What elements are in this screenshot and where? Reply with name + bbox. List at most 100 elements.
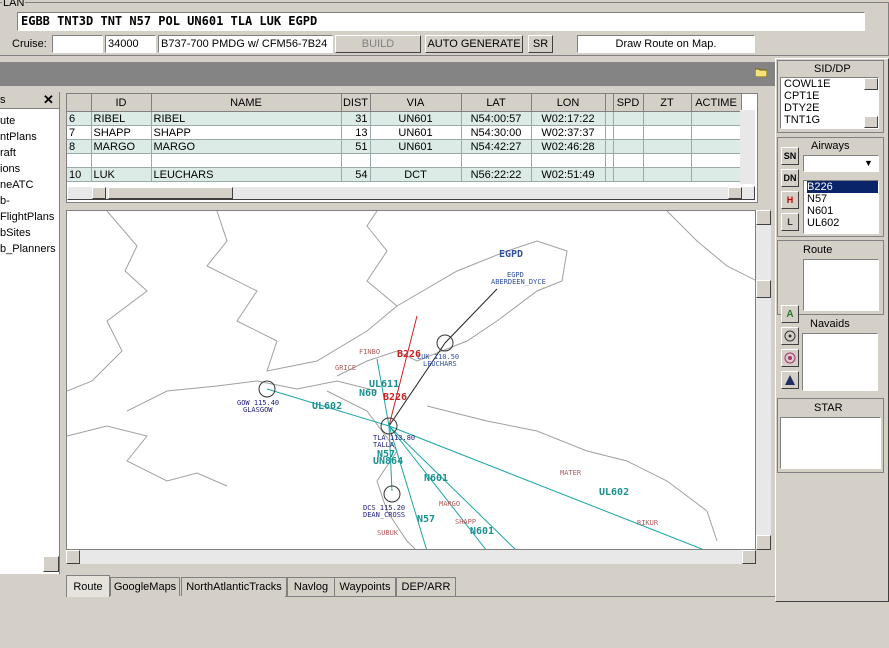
- map-hscroll-right[interactable]: [742, 550, 756, 564]
- column-header[interactable]: ZT: [643, 94, 692, 112]
- tab-waypoints[interactable]: Waypoints: [334, 577, 396, 596]
- sr-label: SR: [532, 38, 549, 50]
- left-panel-item[interactable]: neATC: [0, 177, 59, 193]
- close-icon[interactable]: ✕: [43, 92, 54, 108]
- cruise-input[interactable]: [52, 35, 103, 53]
- ndb-tool-icon[interactable]: [781, 349, 799, 367]
- vor-tool-icon[interactable]: [781, 327, 799, 345]
- navaids-listbox[interactable]: [802, 333, 878, 391]
- route-listbox[interactable]: [803, 259, 879, 311]
- map-label-subuk: SUBUK: [377, 529, 399, 537]
- dn-label: DN: [783, 173, 797, 183]
- tab-route[interactable]: Route: [66, 575, 110, 597]
- folder-icon[interactable]: [754, 67, 768, 78]
- h-label: H: [786, 195, 794, 205]
- left-panel-item[interactable]: b_Planners: [0, 241, 59, 257]
- star-listbox[interactable]: [780, 417, 881, 469]
- tab-northatlantictracks[interactable]: NorthAtlanticTracks: [181, 577, 287, 596]
- left-panel-s: s: [0, 94, 6, 106]
- a-button[interactable]: A: [781, 305, 799, 323]
- tab-navlog[interactable]: Navlog: [287, 577, 335, 596]
- table-hscroll-thumb[interactable]: [108, 187, 233, 199]
- column-header[interactable]: LON: [531, 94, 606, 112]
- table-hscroll-right[interactable]: [728, 187, 742, 199]
- table-row[interactable]: 8 MARGO MARGO 51 UN601 N54:42:27 W02:46:28: [67, 139, 742, 154]
- left-panel-item[interactable]: ntPlans: [0, 129, 59, 145]
- draw-route-label: Draw Route on Map.: [615, 38, 717, 50]
- column-header[interactable]: [605, 94, 614, 112]
- draw-route-field[interactable]: Draw Route on Map.: [577, 35, 755, 53]
- table-vscroll[interactable]: [740, 110, 755, 184]
- route-string-field[interactable]: EGBB TNT3D TNT N57 POL UN601 TLA LUK EGP…: [17, 12, 865, 31]
- altitude-input[interactable]: 34000: [105, 35, 156, 53]
- column-header[interactable]: DIST: [341, 94, 371, 112]
- table-cell-via: UN601: [370, 111, 462, 126]
- map-label-mater: MATER: [560, 469, 582, 477]
- table-row[interactable]: 10 LUK LEUCHARS 54 DCT N56:22:22 W02:51:49: [67, 167, 742, 182]
- airways-dropdown[interactable]: ▼: [803, 155, 879, 172]
- table-cell-empty: [691, 167, 742, 182]
- table-cell-lon: W03:21:10: [531, 153, 606, 168]
- h-button[interactable]: H: [781, 191, 799, 209]
- table-hscroll[interactable]: [67, 186, 755, 200]
- map-hscroll-left[interactable]: [66, 550, 80, 564]
- build-button[interactable]: BUILD: [335, 35, 421, 53]
- sid-title: SID/DP: [814, 63, 851, 75]
- sr-button[interactable]: SR: [528, 35, 553, 53]
- left-panel-scrollbar[interactable]: [43, 632, 59, 648]
- map-label-n60: N60: [359, 388, 378, 399]
- table-hscroll-left[interactable]: [92, 187, 106, 199]
- table-row[interactable]: 9 TLA TALLA 28 DCT N55:29:57 W03:21:10: [67, 153, 742, 168]
- aircraft-value: B737-700 PMDG w/ CFM56-7B24: [161, 38, 328, 50]
- left-panel-item[interactable]: ute: [0, 113, 59, 129]
- sid-item[interactable]: DTY2E: [784, 102, 878, 114]
- airway-item[interactable]: N57: [807, 193, 878, 205]
- airway-item[interactable]: B226: [807, 181, 878, 193]
- column-header[interactable]: SPD: [613, 94, 644, 112]
- tab-label: GoogleMaps: [113, 581, 177, 593]
- tab-label: NorthAtlanticTracks: [186, 581, 282, 593]
- airway-item[interactable]: UL602: [807, 217, 878, 229]
- tab-dep-arr[interactable]: DEP/ARR: [396, 577, 456, 596]
- map-vscroll-down[interactable]: [756, 535, 771, 550]
- map-view[interactable]: EGPD EGPD ABERDEEN_DYCE LUK 110.50 LEUCHARS F…: [66, 210, 756, 550]
- map-label-n601b: N601: [470, 526, 495, 537]
- column-header[interactable]: LAT: [461, 94, 532, 112]
- map-hscroll[interactable]: [66, 550, 756, 564]
- table-row[interactable]: 7 SHAPP SHAPP 13 UN601 N54:30:00 W02:37:37: [67, 125, 742, 140]
- table-row[interactable]: 6 RIBEL RIBEL 31 UN601 N54:00:57 W02:17:22: [67, 111, 742, 126]
- column-header[interactable]: ACTIME: [691, 94, 742, 112]
- airways-listbox[interactable]: B226 N57 N601 UL602: [803, 180, 879, 234]
- map-vscroll[interactable]: [756, 210, 771, 550]
- map-label-dean: DEAN_CROSS: [363, 511, 406, 519]
- table-cell-empty: [605, 125, 614, 140]
- table-cell-n: 8: [67, 139, 92, 154]
- triangle-tool-icon[interactable]: [781, 371, 799, 389]
- auto-generate-button[interactable]: AUTO GENERATE: [425, 35, 523, 53]
- map-vscroll-up[interactable]: [756, 210, 771, 225]
- map-vscroll-thumb[interactable]: [756, 280, 771, 298]
- left-panel-item[interactable]: bSites: [0, 225, 59, 241]
- left-scroll-down[interactable]: [43, 556, 59, 572]
- left-panel-item[interactable]: raft: [0, 145, 59, 161]
- map-label-talla: TALLA: [373, 441, 395, 449]
- sid-item[interactable]: CPT1E: [784, 90, 878, 102]
- column-header[interactable]: ID: [91, 94, 152, 112]
- chevron-down-icon[interactable]: ▼: [864, 158, 873, 168]
- sid-scroll-up[interactable]: [864, 78, 878, 90]
- left-panel-item[interactable]: b-FlightPlans: [0, 193, 59, 225]
- column-header[interactable]: VIA: [370, 94, 462, 112]
- airway-item[interactable]: N601: [807, 205, 878, 217]
- left-panel-item[interactable]: ions: [0, 161, 59, 177]
- column-header[interactable]: NAME: [151, 94, 342, 112]
- tab-googlemaps[interactable]: GoogleMaps: [110, 577, 180, 596]
- aircraft-field[interactable]: B737-700 PMDG w/ CFM56-7B24: [158, 35, 333, 53]
- sid-scroll-down[interactable]: [864, 116, 878, 128]
- dn-button[interactable]: DN: [781, 169, 799, 187]
- table-cell-lon: W02:51:49: [531, 167, 606, 182]
- column-header[interactable]: [67, 94, 92, 112]
- waypoint-table[interactable]: ID NAME DIST VIA LAT LON SPD ZT ACTIME 6 RIBEL RIB…: [66, 93, 758, 203]
- l-button[interactable]: L: [781, 213, 799, 231]
- sn-button[interactable]: SN: [781, 147, 799, 165]
- table-cell-dist: 51: [341, 139, 371, 154]
